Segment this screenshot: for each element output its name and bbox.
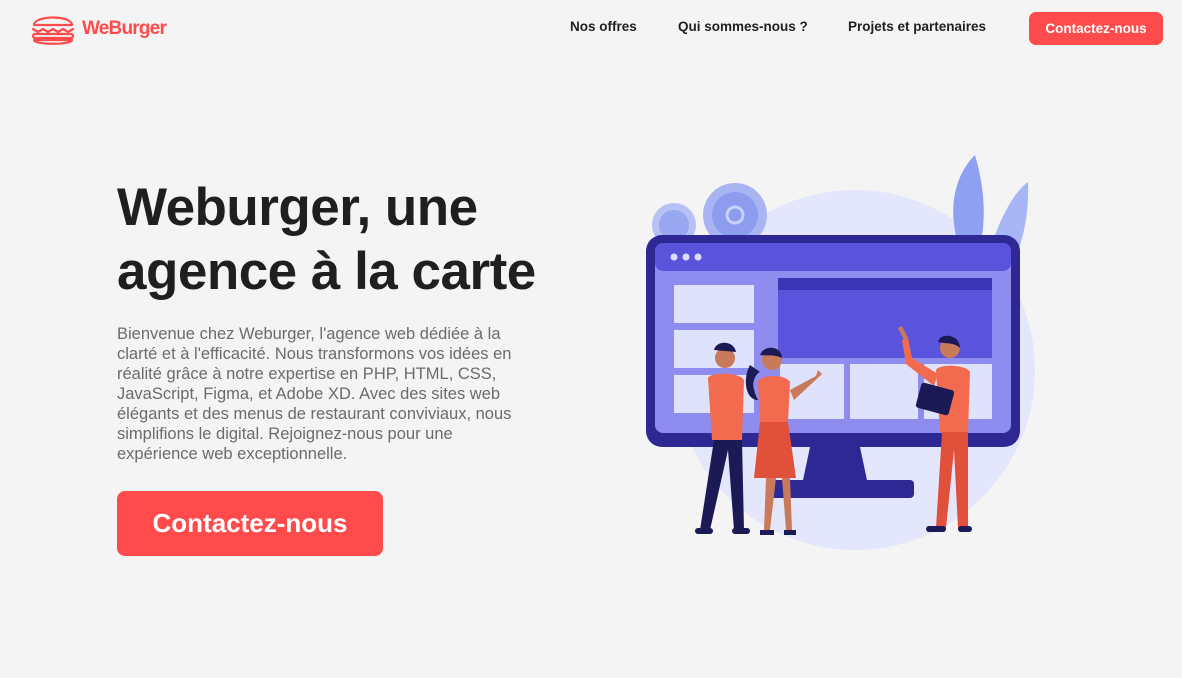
monitor-stand bbox=[802, 447, 868, 485]
header-contact-button[interactable]: Contactez-nous bbox=[1029, 12, 1163, 45]
nav-item-qui-sommes-nous[interactable]: Qui sommes-nous ? bbox=[678, 19, 808, 34]
monitor-topbar bbox=[655, 243, 1011, 271]
hero-contact-button[interactable]: Contactez-nous bbox=[117, 491, 383, 556]
hero-title-line-2: agence à la carte bbox=[117, 242, 536, 301]
hero-title-line-1: Weburger, une bbox=[117, 178, 478, 237]
nav-item-projets-partenaires[interactable]: Projets et partenaires bbox=[848, 19, 986, 34]
nav-item-nos-offres[interactable]: Nos offres bbox=[570, 19, 637, 34]
hero-title: Weburger, une agence à la carte bbox=[117, 176, 637, 304]
main-nav: Nos offres Qui sommes-nous ? Projets et … bbox=[0, 19, 1182, 39]
team-at-monitor-illustration bbox=[646, 155, 1035, 550]
hero-description: Bienvenue chez Weburger, l'agence web dé… bbox=[117, 325, 512, 463]
site-header: WeBurger Nos offres Qui sommes-nous ? Pr… bbox=[0, 0, 1182, 58]
